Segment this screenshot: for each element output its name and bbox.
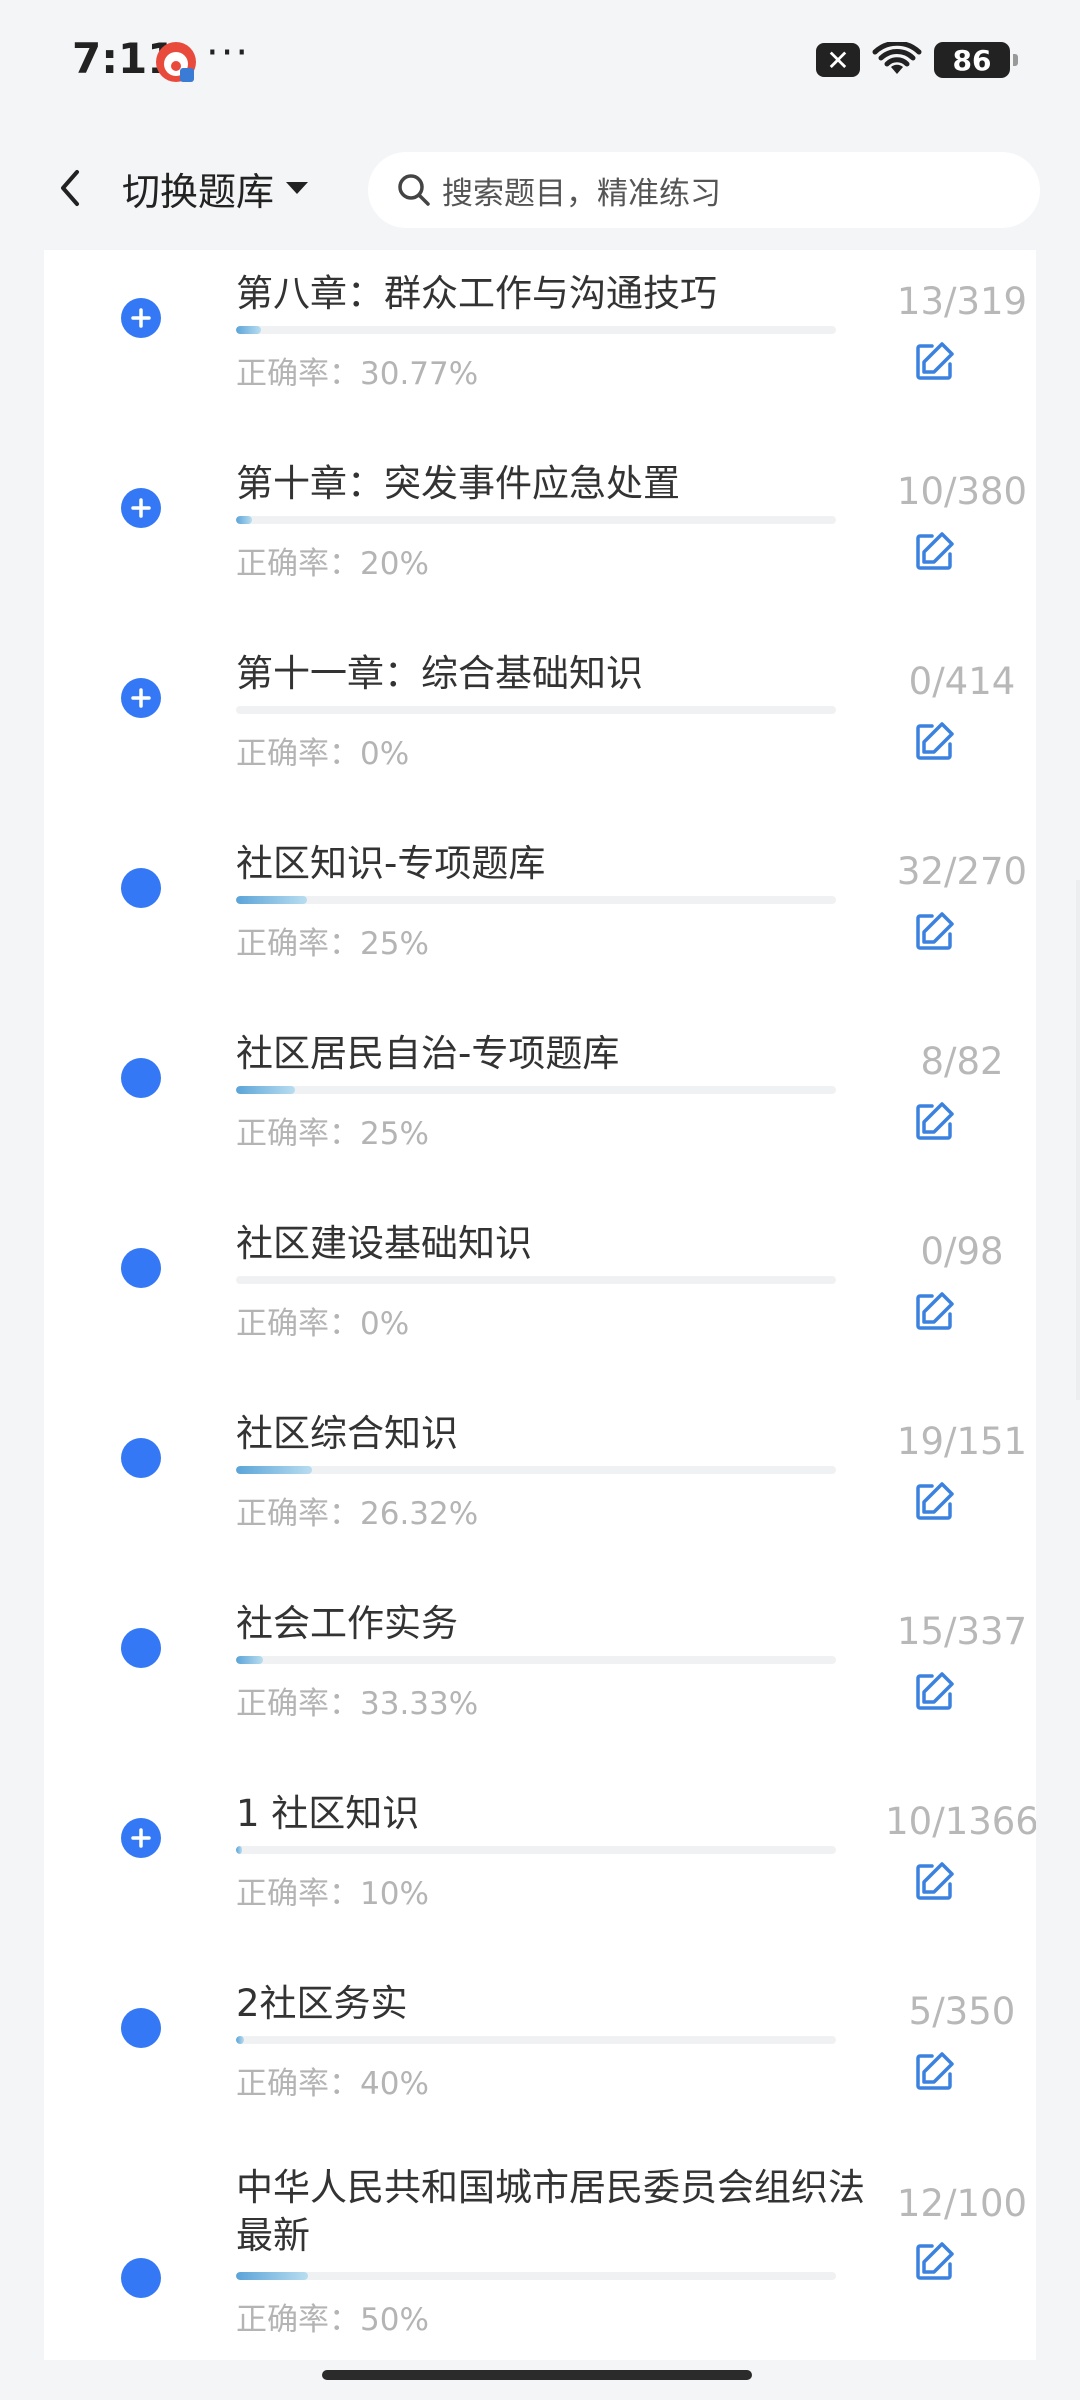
bullet-dot-icon[interactable] <box>121 2008 161 2048</box>
chevron-left-icon <box>61 170 79 206</box>
chapter-title: 社区知识-专项题库 <box>236 842 546 885</box>
battery-indicator: 86 <box>934 42 1018 78</box>
progress-bar <box>236 516 836 524</box>
progress-fill <box>236 1086 295 1094</box>
edit-icon[interactable] <box>912 1858 958 1904</box>
chapter-row[interactable]: 中华人民共和国城市居民委员会组织法 最新 正确率：50% 12/100 <box>44 2090 1036 2338</box>
chapter-title: 社区居民自治-专项题库 <box>236 1032 620 1075</box>
switch-question-bank-label: 切换题库 <box>122 169 275 214</box>
progress-fill <box>236 326 261 334</box>
app-notification-icon <box>156 42 196 82</box>
edit-icon[interactable] <box>912 2238 958 2284</box>
progress-fill <box>236 1846 242 1854</box>
question-count: 19/151 <box>896 1420 1028 1463</box>
progress-fill <box>236 1466 312 1474</box>
search-icon <box>398 174 430 206</box>
question-count: 32/270 <box>896 850 1028 893</box>
progress-bar <box>236 1466 836 1474</box>
chapter-row[interactable]: 社区建设基础知识 正确率：0% 0/98 <box>44 1140 1036 1342</box>
progress-fill <box>236 516 252 524</box>
bullet-dot-icon[interactable] <box>121 2258 161 2298</box>
progress-bar <box>236 326 836 334</box>
edit-icon[interactable] <box>912 718 958 764</box>
scrollbar <box>1076 880 1080 1400</box>
progress-bar <box>236 1846 836 1854</box>
question-count: 10/380 <box>896 470 1028 513</box>
chapter-title: 第十章：突发事件应急处置 <box>236 462 680 505</box>
progress-fill <box>236 2036 245 2044</box>
chapter-row[interactable]: 社区居民自治-专项题库 正确率：25% 8/82 <box>44 950 1036 1152</box>
chapter-row[interactable]: 社会工作实务 正确率：33.33% 15/337 <box>44 1520 1036 1722</box>
chapter-list: 第八章：群众工作与沟通技巧 正确率：30.77% 13/319 第十章：突发事件… <box>44 250 1036 2360</box>
edit-icon[interactable] <box>912 338 958 384</box>
chapter-title: 社会工作实务 <box>236 1602 458 1645</box>
chapter-row[interactable]: 社区知识-专项题库 正确率：25% 32/270 <box>44 760 1036 962</box>
progress-bar <box>236 1276 836 1284</box>
home-indicator[interactable] <box>322 2370 752 2380</box>
top-navigation-bar: 切换题库 搜索题目，精准练习 <box>0 126 1080 250</box>
chapter-title: 2社区务实 <box>236 1982 408 2025</box>
edit-icon[interactable] <box>912 1668 958 1714</box>
search-input[interactable]: 搜索题目，精准练习 <box>368 152 1040 228</box>
caret-down-icon <box>286 182 309 194</box>
accuracy-rate: 正确率：50% <box>236 2302 429 2338</box>
question-count: 13/319 <box>896 280 1028 323</box>
progress-bar <box>236 1656 836 1664</box>
question-count: 5/350 <box>908 1990 1016 2033</box>
chapter-row[interactable]: 第八章：群众工作与沟通技巧 正确率：30.77% 13/319 <box>44 250 1036 392</box>
question-count: 12/100 <box>896 2182 1028 2225</box>
question-count: 8/82 <box>920 1040 1004 1083</box>
chapter-title: 第十一章：综合基础知识 <box>236 652 643 695</box>
progress-fill <box>236 896 308 904</box>
progress-bar <box>236 2272 836 2280</box>
progress-bar <box>236 706 836 714</box>
progress-fill <box>236 2272 308 2280</box>
wifi-icon <box>872 42 922 74</box>
chapter-row[interactable]: 第十章：突发事件应急处置 正确率：20% 10/380 <box>44 380 1036 582</box>
search-placeholder: 搜索题目，精准练习 <box>442 175 721 212</box>
chapter-title: 社区综合知识 <box>236 1412 458 1455</box>
expand-plus-icon[interactable] <box>121 488 161 528</box>
chapter-row[interactable]: 1 社区知识 正确率：10% 10/1366 <box>44 1710 1036 1912</box>
question-count: 15/337 <box>896 1610 1028 1653</box>
status-bar: 7:11 ··· ✕ 86 <box>0 0 1080 126</box>
question-count: 10/1366 <box>885 1800 1036 1843</box>
chapter-title: 社区建设基础知识 <box>236 1222 532 1265</box>
expand-plus-icon[interactable] <box>121 678 161 718</box>
bullet-dot-icon[interactable] <box>121 1058 161 1098</box>
expand-plus-icon[interactable] <box>121 1818 161 1858</box>
chapter-row[interactable]: 第十一章：综合基础知识 正确率：0% 0/414 <box>44 570 1036 772</box>
question-count: 0/98 <box>920 1230 1004 1273</box>
bullet-dot-icon[interactable] <box>121 868 161 908</box>
edit-icon[interactable] <box>912 528 958 574</box>
chapter-row[interactable]: 2社区务实 正确率：40% 5/350 <box>44 1900 1036 2102</box>
bullet-dot-icon[interactable] <box>121 1438 161 1478</box>
progress-fill <box>236 1656 263 1664</box>
back-button[interactable] <box>40 158 100 218</box>
expand-plus-icon[interactable] <box>121 298 161 338</box>
edit-icon[interactable] <box>912 1288 958 1334</box>
chapter-title: 1 社区知识 <box>236 1792 420 1835</box>
more-notifications-icon: ··· <box>206 30 251 76</box>
bullet-dot-icon[interactable] <box>121 1248 161 1288</box>
chapter-row[interactable]: 社区综合知识 正确率：26.32% 19/151 <box>44 1330 1036 1532</box>
chapter-title: 中华人民共和国城市居民委员会组织法 最新 <box>236 2166 865 2257</box>
bullet-dot-icon[interactable] <box>121 1628 161 1668</box>
edit-icon[interactable] <box>912 2048 958 2094</box>
edit-icon[interactable] <box>912 1098 958 1144</box>
progress-bar <box>236 1086 836 1094</box>
chapter-title: 第八章：群众工作与沟通技巧 <box>236 272 717 315</box>
progress-bar <box>236 896 836 904</box>
switch-question-bank-button[interactable]: 切换题库 <box>122 156 310 220</box>
progress-bar <box>236 2036 836 2044</box>
question-count: 0/414 <box>908 660 1016 703</box>
status-right-cluster: ✕ 86 <box>816 42 1018 78</box>
edit-icon[interactable] <box>912 1478 958 1524</box>
edit-icon[interactable] <box>912 908 958 954</box>
x-box-icon: ✕ <box>816 43 860 77</box>
